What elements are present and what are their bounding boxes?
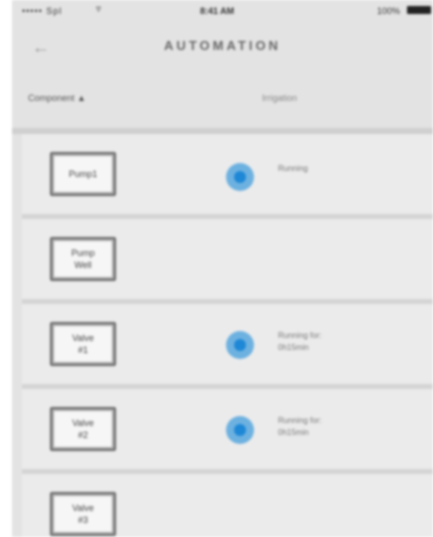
carrier-label: ••••• Spl [22,6,63,16]
component-button-pump1[interactable]: Pump1 [50,152,116,196]
component-list: Pump1 Running Pump Well Valve #1 Running… [22,134,433,537]
phone-screen: ••••• Spl ▿ 8:41 AM 100% ← AUTOMATION Co… [12,0,433,537]
column-header: Component ▲ Irrigation [12,76,433,116]
battery-percent: 100% [377,6,401,16]
clock: 8:41 AM [200,6,235,16]
list-item: Pump Well [22,219,433,304]
nav-bar: ← AUTOMATION [12,22,433,72]
list-item: Valve #3 [22,474,433,537]
component-button-valve-2[interactable]: Valve #2 [50,407,116,451]
battery-icon [407,6,431,14]
component-button-valve-3[interactable]: Valve #3 [50,492,116,536]
component-button-pump-well[interactable]: Pump Well [50,237,116,281]
running-indicator-icon [226,416,254,444]
status-text: Running [278,164,308,173]
list-item: Valve #2 Running for: 0h15min [22,389,433,474]
status-bar: ••••• Spl ▿ 8:41 AM 100% [12,0,433,22]
running-indicator-icon [226,331,254,359]
irrigation-column-label: Irrigation [262,93,298,103]
list-item: Valve #1 Running for: 0h15min [22,304,433,389]
sort-component-button[interactable]: Component ▲ [28,93,86,103]
wifi-icon: ▿ [96,4,102,15]
component-button-valve-1[interactable]: Valve #1 [50,322,116,366]
list-item: Pump1 Running [22,134,433,219]
status-text: Running for: 0h15min [278,331,322,352]
running-indicator-icon [226,163,254,191]
status-text: Running for: 0h15min [278,416,322,437]
page-title: AUTOMATION [164,38,281,53]
